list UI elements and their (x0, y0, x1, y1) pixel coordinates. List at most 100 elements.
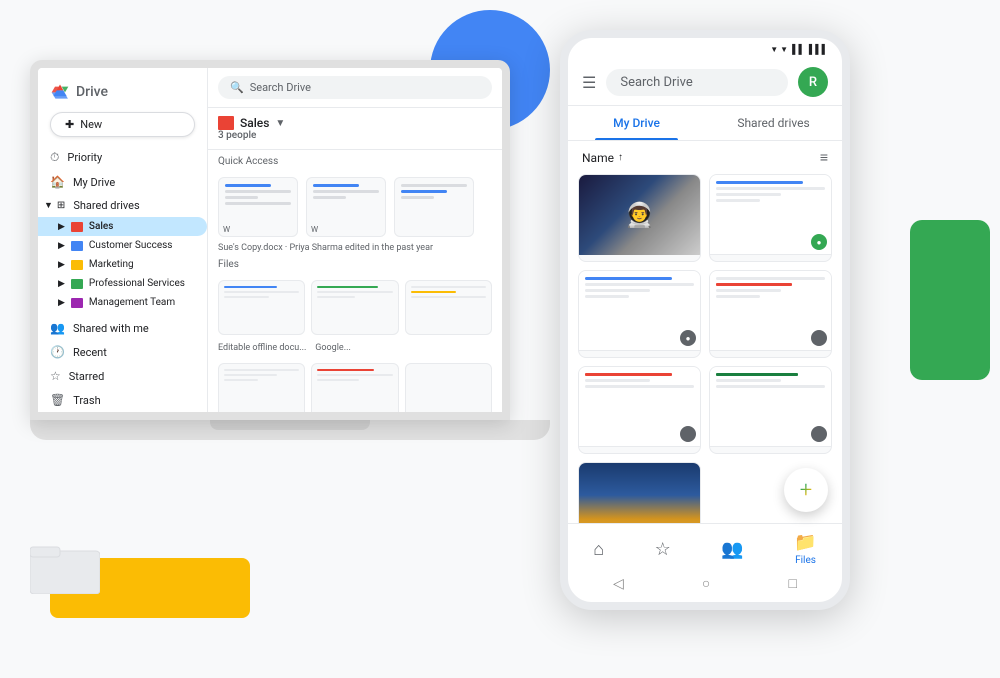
doc-line (716, 199, 760, 202)
user-avatar[interactable]: R (798, 67, 828, 97)
docs-icon: W (587, 357, 601, 358)
file-card-3[interactable] (405, 280, 492, 335)
sidebar-item-recent[interactable]: 🕐 Recent (38, 340, 207, 364)
files-grid-2 (208, 359, 502, 412)
folder-header: Sales ▼ 3 people (208, 108, 502, 150)
hamburger-icon[interactable]: ☰ (582, 73, 596, 92)
trash-icon: 🗑 (50, 393, 65, 407)
chevron-right-icon: ▶ (58, 222, 65, 232)
my-drive-tab-label: My Drive (613, 116, 660, 130)
nav-home[interactable]: ⌂ (593, 539, 604, 560)
file-thumb-astronaut: 👨‍🚀 (579, 175, 700, 255)
doc-line-green (317, 286, 377, 288)
doc-line (317, 374, 392, 376)
file-astronaut[interactable]: 👨‍🚀 ▶ astronaut.jpg ⋮ (578, 174, 701, 262)
file-more-astronaut[interactable]: ⋮ (678, 259, 692, 262)
doc-line (224, 379, 258, 381)
sidebar-sub-sales[interactable]: ▶ Sales (38, 217, 207, 236)
thumb-line (313, 190, 379, 193)
gesture-bar: ◁ ○ □ (568, 569, 842, 598)
file-major-opportu[interactable]: A Major opportu... ⋮ (709, 270, 832, 358)
sidebar-sub-professional[interactable]: ▶ Professional Services (38, 274, 207, 293)
file-info-major: A Major opportu... ⋮ (710, 351, 831, 358)
avatar-letter: R (809, 75, 817, 90)
file-more-mydoc[interactable]: ⋮ (678, 451, 692, 454)
star-icon: ☆ (655, 539, 671, 560)
file-thumb-major (710, 271, 831, 351)
doc-line (585, 379, 650, 382)
doc-line (224, 291, 299, 293)
shared-icon: 👥 (50, 321, 65, 335)
quick-file-1-subtitle: Sue's Copy.docx · Priya Sharma edited in… (208, 241, 502, 253)
tab-shared-drives[interactable]: Shared drives (705, 106, 842, 140)
file-work-list[interactable]: X Work List_01 ⋮ (709, 366, 832, 454)
fab-plus-icon: + (800, 478, 812, 503)
files-icon: 📁 (794, 532, 816, 553)
doc-line (585, 295, 629, 298)
doc-line (716, 277, 825, 280)
file-more-worklist[interactable]: ⋮ (809, 451, 823, 454)
file-more-task[interactable]: ⋮ (678, 355, 692, 358)
quick-file-2[interactable]: W (306, 177, 386, 237)
nav-starred[interactable]: ☆ (655, 539, 671, 560)
shared-drives-toggle[interactable]: ▼ ⊞ Shared drives (38, 194, 207, 217)
doc-line (585, 277, 672, 280)
file-card-2[interactable] (311, 280, 398, 335)
list-view-icon[interactable]: ≡ (820, 149, 828, 166)
shared-drives-tab-label: Shared drives (737, 116, 809, 130)
sidebar-sub-customer-success[interactable]: ▶ Customer Success (38, 236, 207, 255)
chevron-right-icon3: ▶ (58, 260, 65, 270)
new-button-label: New (80, 118, 102, 131)
nav-files[interactable]: 📁 Files (794, 532, 816, 566)
sidebar-item-shared[interactable]: 👥 Shared with me (38, 316, 207, 340)
sidebar-item-priority[interactable]: ⏱ Priority (38, 145, 207, 170)
phone-sort-toolbar: Name ↑ ≡ (568, 141, 842, 174)
quick-file-1[interactable]: W (218, 177, 298, 237)
signal-icon: ▼ ▼ (770, 45, 788, 54)
dropdown-arrow: ▼ (275, 118, 285, 129)
file-info-mydoc: P My Document ⋮ (579, 447, 700, 454)
customer-folder-icon (71, 241, 83, 251)
doc-line (317, 379, 358, 381)
doc-line (716, 187, 825, 190)
management-label: Management Team (89, 297, 175, 308)
file-card-1[interactable] (218, 280, 305, 335)
chevron-right-icon4: ▶ (58, 279, 65, 289)
file-name-astronaut: astronaut.jpg (599, 261, 664, 263)
new-button[interactable]: ✚ New (50, 112, 195, 137)
file-gantt[interactable]: ● + Gantt chart ⋮ (709, 174, 832, 262)
file-card-5[interactable] (311, 363, 398, 412)
excel-icon: X (718, 453, 730, 454)
sidebar-sub-marketing[interactable]: ▶ Marketing (38, 255, 207, 274)
sort-by-name[interactable]: Name ↑ (582, 151, 623, 165)
doc-line-short (224, 296, 269, 298)
file-card-4[interactable] (218, 363, 305, 412)
file-card-6[interactable] (405, 363, 492, 412)
doc-line-red (716, 283, 792, 286)
laptop-screen: Drive ✚ New ⏱ Priority 🏠 My Drive ▼ ⊞ (30, 60, 510, 420)
thumb-line (313, 184, 359, 187)
fab-add-button[interactable]: + (784, 468, 828, 512)
phone-status-bar: ▼ ▼ ▌▌ ▌▌▌ (568, 38, 842, 61)
folder-icon-red (218, 116, 234, 130)
quick-file-3[interactable] (394, 177, 474, 237)
sidebar-item-starred[interactable]: ☆ Starred (38, 364, 207, 388)
file-task-details[interactable]: ● W Task details ⋮ (578, 270, 701, 358)
tab-my-drive[interactable]: My Drive (568, 106, 705, 140)
sidebar-item-trash[interactable]: 🗑 Trash (38, 388, 207, 412)
doc-line-green (716, 373, 798, 376)
nav-shared[interactable]: 👥 (721, 539, 743, 560)
sidebar-sub-management[interactable]: ▶ Management Team (38, 293, 207, 312)
sort-direction-icon: ↑ (618, 152, 623, 163)
phone-search-input[interactable]: Search Drive (606, 69, 788, 96)
sidebar-item-my-drive[interactable]: 🏠 My Drive (38, 170, 207, 194)
current-folder-name: Sales (240, 116, 269, 130)
thumb-line (225, 196, 258, 199)
home-icon: ⌂ (593, 539, 604, 560)
sales-label: Sales (89, 221, 114, 232)
battery-icon: ▌▌▌ (809, 44, 828, 55)
doc-line (716, 385, 825, 388)
file-more-gantt[interactable]: ⋮ (809, 259, 823, 262)
file-my-document[interactable]: P My Document ⋮ (578, 366, 701, 454)
laptop-search-input[interactable]: 🔍 Search Drive (218, 76, 492, 99)
